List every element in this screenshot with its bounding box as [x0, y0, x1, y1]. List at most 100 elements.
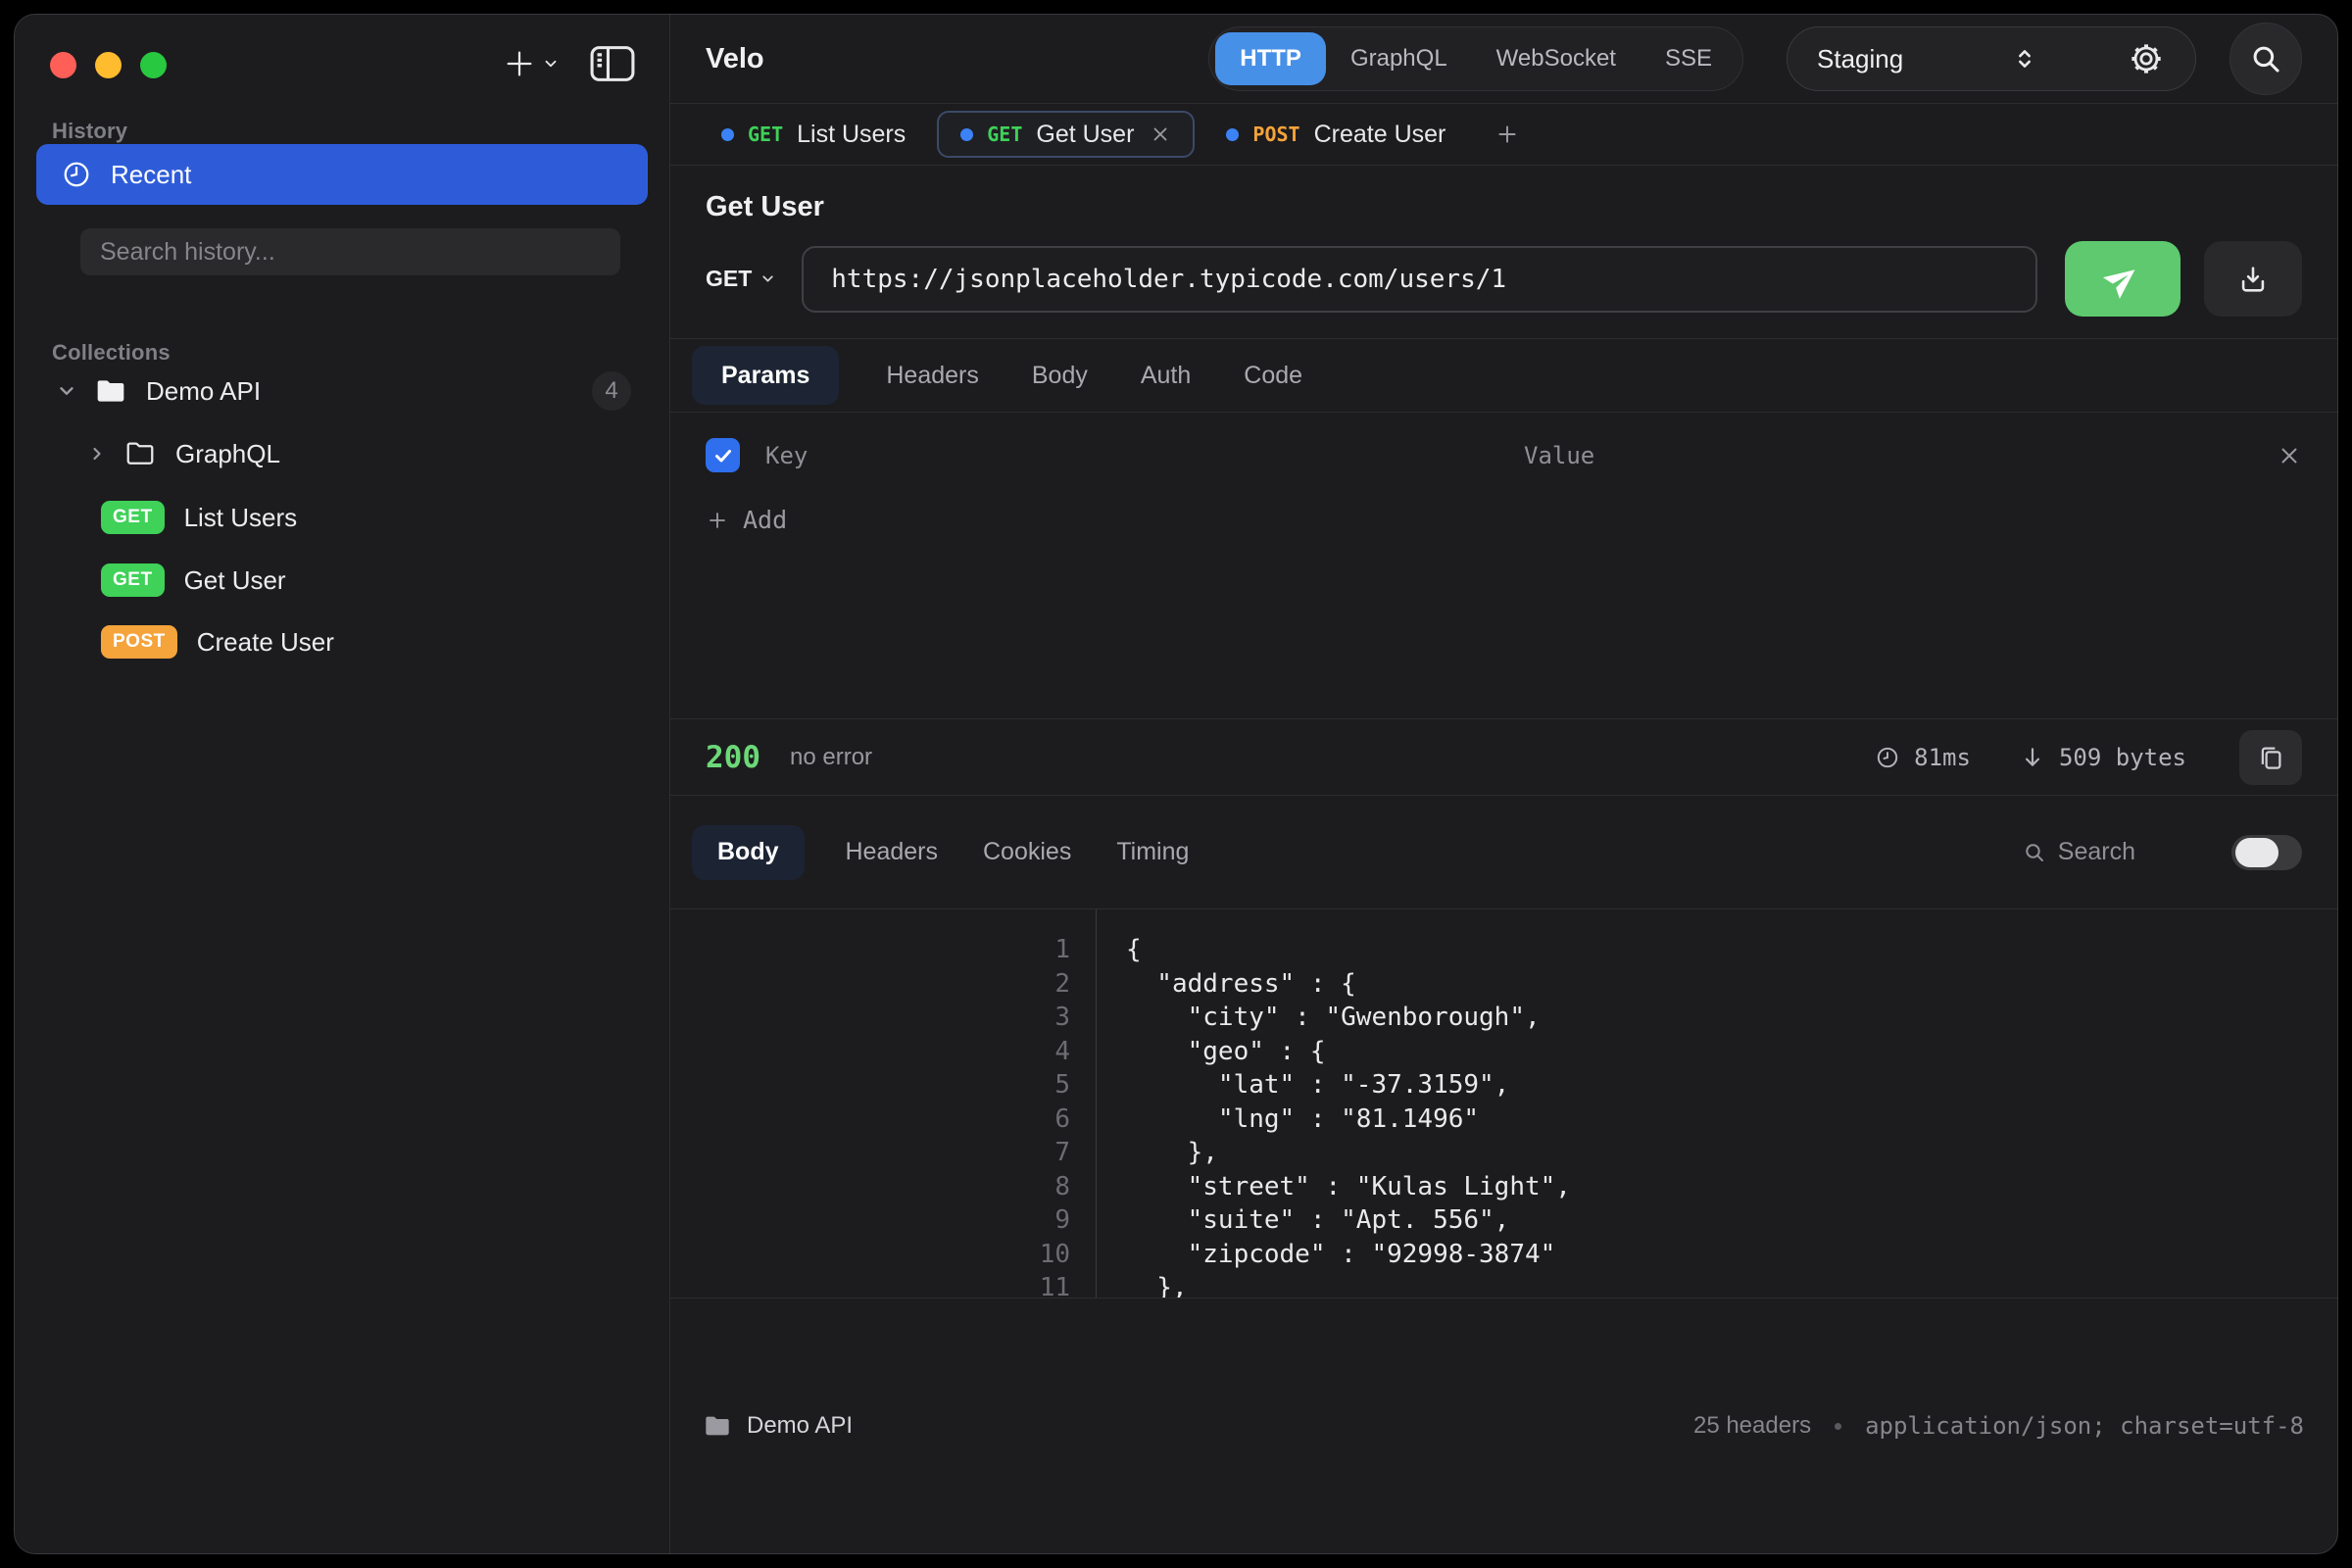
response-size: 509 bytes	[2059, 744, 2186, 771]
tab-auth[interactable]: Auth	[1135, 362, 1197, 390]
chevron-right-icon[interactable]	[87, 444, 107, 464]
sidebar-item-create-user[interactable]: POST Create User	[15, 611, 670, 673]
copy-response-button[interactable]	[2239, 730, 2302, 785]
environment-name: Staging	[1817, 44, 1903, 74]
request-name: Get User	[184, 565, 286, 596]
protocol-tab-sse[interactable]: SSE	[1641, 32, 1737, 85]
plus-icon	[706, 509, 729, 532]
protocol-tab-graphql[interactable]: GraphQL	[1326, 32, 1472, 85]
code-line: "lng" : "81.1496"	[1126, 1102, 2337, 1137]
folder-outline-icon	[124, 440, 156, 467]
code-line: },	[1126, 1271, 2337, 1298]
tab-response-timing[interactable]: Timing	[1112, 838, 1193, 866]
sidebar-item-list-users[interactable]: GET List Users	[15, 486, 670, 549]
tab-code[interactable]: Code	[1238, 362, 1308, 390]
sidebar-item-recent[interactable]: Recent	[36, 144, 648, 205]
code-line: {	[1126, 933, 2337, 967]
search-icon	[2249, 42, 2282, 75]
tab-body[interactable]: Body	[1026, 362, 1094, 390]
code-line: "address" : {	[1126, 967, 2337, 1002]
code-line: "lat" : "-37.3159",	[1126, 1068, 2337, 1102]
protocol-tab-websocket[interactable]: WebSocket	[1472, 32, 1641, 85]
bottom-status-bar: Demo API 25 headers application/json; ch…	[670, 1298, 2337, 1553]
line-number: 7	[670, 1136, 1070, 1170]
line-number: 10	[670, 1238, 1070, 1272]
sidebar-item-demo-api[interactable]: Demo API 4	[15, 360, 670, 422]
toggle-sidebar-button[interactable]	[589, 44, 636, 83]
request-tab-get-user[interactable]: GET Get User	[937, 111, 1195, 158]
app-window: History Recent Collections Demo API 4	[14, 14, 2338, 1554]
line-number: 2	[670, 967, 1070, 1002]
paper-plane-icon	[2098, 254, 2148, 304]
sidebar-panel-icon	[589, 44, 636, 83]
protocol-tab-http[interactable]: HTTP	[1215, 32, 1326, 85]
method-badge-get: GET	[101, 501, 165, 534]
clock-icon	[62, 160, 91, 189]
minimize-window-button[interactable]	[95, 52, 122, 78]
zoom-window-button[interactable]	[140, 52, 167, 78]
tab-name: Create User	[1314, 121, 1446, 149]
response-body-gutter: 1234567891011	[670, 909, 1097, 1298]
request-tabs-bar: GET List Users GET Get User POST Create …	[670, 104, 2337, 166]
method-dropdown[interactable]: GET	[706, 266, 776, 292]
tab-response-body[interactable]: Body	[692, 825, 805, 880]
chevron-down-icon[interactable]	[56, 380, 77, 402]
line-number: 9	[670, 1203, 1070, 1238]
history-search-input[interactable]	[80, 228, 620, 275]
tab-response-headers[interactable]: Headers	[842, 838, 943, 866]
new-request-button[interactable]	[503, 47, 560, 80]
collection-count-badge: 4	[592, 371, 631, 411]
pretty-print-toggle[interactable]	[2231, 835, 2302, 870]
param-value-input[interactable]	[1524, 442, 2257, 469]
app-title: Velo	[706, 43, 764, 75]
method-badge-post: POST	[101, 625, 177, 659]
request-header: Get User GET	[670, 166, 2337, 339]
request-tab-create-user[interactable]: POST Create User	[1204, 111, 1467, 158]
sidebar-item-graphql[interactable]: GraphQL	[15, 422, 670, 485]
plus-icon	[503, 47, 536, 80]
statusbar-collection: Demo API	[747, 1412, 853, 1440]
gear-icon[interactable]	[2127, 39, 2166, 78]
global-search-button[interactable]	[2230, 23, 2302, 95]
status-text: no error	[790, 744, 872, 771]
tab-response-cookies[interactable]: Cookies	[979, 838, 1075, 866]
folder-name: GraphQL	[175, 439, 280, 469]
unsaved-dot-icon	[721, 128, 734, 141]
new-tab-button[interactable]	[1494, 122, 1520, 147]
clock-icon	[1875, 745, 1900, 770]
recent-label: Recent	[111, 160, 191, 190]
title-bar: Velo HTTP GraphQL WebSocket SSE Staging	[670, 15, 2337, 104]
close-tab-icon[interactable]	[1150, 123, 1171, 145]
folder-icon	[704, 1414, 731, 1438]
tab-headers[interactable]: Headers	[880, 362, 985, 390]
url-input[interactable]	[802, 246, 2037, 313]
request-tab-list-users[interactable]: GET List Users	[700, 111, 927, 158]
response-search-button[interactable]: Search	[2023, 838, 2135, 866]
toggle-knob	[2235, 838, 2278, 867]
download-button[interactable]	[2204, 241, 2302, 317]
response-body-code: { "address" : { "city" : "Gwenborough", …	[1097, 909, 2337, 1298]
add-param-button[interactable]: Add	[706, 506, 823, 534]
param-enabled-checkbox[interactable]	[706, 438, 740, 472]
response-search-label: Search	[2058, 838, 2135, 866]
response-body-viewer[interactable]: 1234567891011 { "address" : { "city" : "…	[670, 908, 2337, 1298]
param-key-input[interactable]	[765, 442, 1498, 469]
line-number: 6	[670, 1102, 1070, 1137]
code-line: "city" : "Gwenborough",	[1126, 1001, 2337, 1035]
line-number: 5	[670, 1068, 1070, 1102]
request-subtabs: Params Headers Body Auth Code	[670, 339, 2337, 413]
send-button[interactable]	[2065, 241, 2180, 317]
code-line: "suite" : "Apt. 556",	[1126, 1203, 2337, 1238]
environment-selector[interactable]: Staging	[1787, 26, 2196, 91]
sidebar-item-get-user[interactable]: GET Get User	[15, 549, 670, 612]
tab-params[interactable]: Params	[692, 346, 839, 405]
window-controls	[50, 52, 167, 78]
download-icon	[2236, 263, 2270, 296]
chevron-down-icon	[542, 55, 560, 73]
close-window-button[interactable]	[50, 52, 76, 78]
add-param-label: Add	[743, 506, 787, 534]
remove-param-icon[interactable]	[2277, 443, 2302, 468]
content-type: application/json; charset=utf-8	[1865, 1412, 2304, 1440]
code-line: "zipcode" : "92998-3874"	[1126, 1238, 2337, 1272]
line-number: 11	[670, 1271, 1070, 1298]
